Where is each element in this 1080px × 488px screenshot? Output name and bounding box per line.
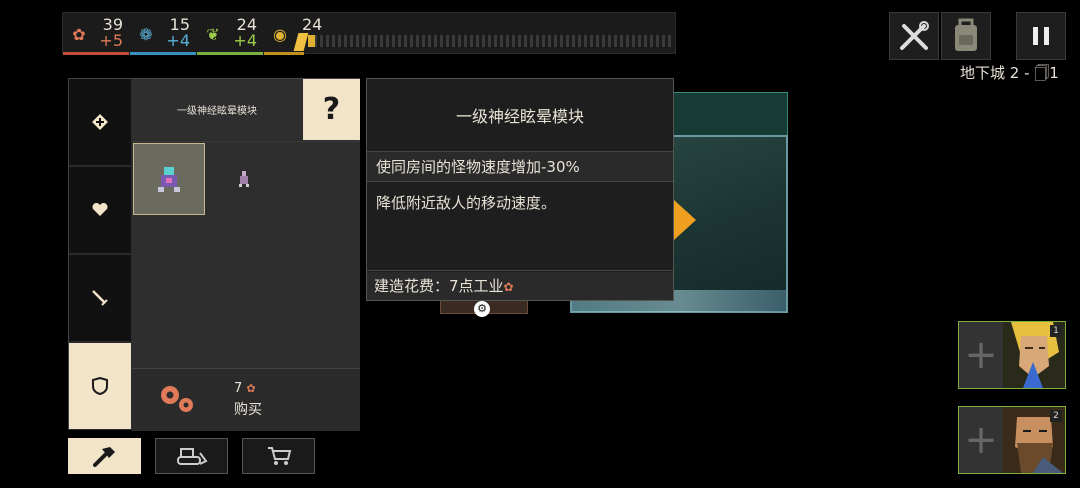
category-offense-module[interactable] (69, 255, 131, 342)
plus-icon: + (959, 407, 1003, 473)
backpack-icon (955, 18, 977, 51)
buy-button-label: 购买 (234, 402, 262, 418)
tab-build[interactable] (68, 438, 141, 474)
tooltip-title: 一级神经眩晕模块 (367, 79, 673, 152)
hammer-icon (92, 447, 115, 467)
category-major-module[interactable] (69, 79, 131, 166)
module-gear-icon: ⚙ (474, 301, 490, 317)
buy-cost: 7 ✿ (234, 381, 256, 396)
module-tooltip: 一级神经眩晕模块 使同房间的怪物速度增加-30% 降低附近敌人的移动速度。 建造… (366, 78, 674, 301)
dust-value: 24 (302, 15, 323, 34)
hero-portrait-2[interactable]: + 2 (958, 406, 1066, 474)
industry-gears-icon (161, 386, 193, 412)
gears-icon: ✿ (72, 25, 86, 44)
tooltip-description: 降低附近敌人的移动速度。 (367, 183, 673, 271)
plus-icon: + (959, 322, 1003, 388)
science-delta: +4 (166, 31, 190, 50)
pause-icon (1033, 27, 1049, 45)
selected-item-title: 一级神经眩晕模块 (132, 79, 302, 140)
diamond-cross-icon (92, 114, 108, 130)
module-grid (132, 141, 360, 368)
module-slot-2[interactable] (208, 143, 280, 215)
science-icon: ❁ (139, 25, 153, 44)
industry-small-icon: ✿ (503, 280, 514, 294)
bulldozer-icon (176, 448, 208, 465)
shield-icon (92, 377, 108, 395)
industry-delta: +5 (99, 31, 123, 50)
food-resource: ❦ 24 +4 (197, 13, 263, 55)
dust-key-icon (293, 33, 309, 51)
industry-resource: ✿ 39 +5 (63, 13, 129, 55)
dust-resource: ◉ 24 (264, 13, 676, 55)
tab-bulldozer[interactable] (155, 438, 228, 474)
level-indicator: 地下城 2 - 🗍1 (960, 64, 1059, 82)
sword-icon (92, 290, 108, 306)
room-upper-section (672, 92, 788, 138)
resource-bar: ✿ 39 +5 ❁ 15 +4 ❦ 24 +4 ◉ 24 (62, 12, 676, 55)
backpack-button[interactable] (941, 12, 991, 60)
science-resource: ❁ 15 +4 (130, 13, 196, 55)
crossed-tools-icon (900, 21, 929, 50)
cart-icon (267, 447, 291, 465)
module-slot-neural-stun[interactable] (133, 143, 205, 215)
help-button[interactable]: ? (303, 79, 360, 140)
tooltip-effect: 使同房间的怪物速度增加-30% (367, 152, 673, 182)
category-defense-module[interactable] (69, 343, 131, 430)
pause-button[interactable] (1016, 12, 1066, 60)
food-delta: +4 (233, 31, 257, 50)
hero-slot-number: 2 (1050, 410, 1062, 422)
food-leaf-icon: ❦ (206, 25, 220, 44)
hero-slot-number: 1 (1050, 325, 1062, 337)
tooltip-cost: 建造花费：7点工业✿ (367, 272, 673, 300)
small-module-icon (239, 171, 249, 187)
heart-icon (92, 203, 108, 216)
tools-button[interactable] (889, 12, 939, 60)
build-panel: 一级神经眩晕模块 ? 7 ✿ 购买 (68, 78, 360, 431)
industry-small-icon: ✿ (246, 382, 256, 395)
dust-progress-bar (308, 35, 672, 47)
dust-icon: ◉ (273, 25, 287, 44)
neural-stun-module-icon (158, 167, 180, 192)
buy-area[interactable]: 7 ✿ 购买 (132, 368, 360, 431)
category-support-module[interactable] (69, 167, 131, 254)
hero-portrait-1[interactable]: + 1 (958, 321, 1066, 389)
tab-shop[interactable] (242, 438, 315, 474)
